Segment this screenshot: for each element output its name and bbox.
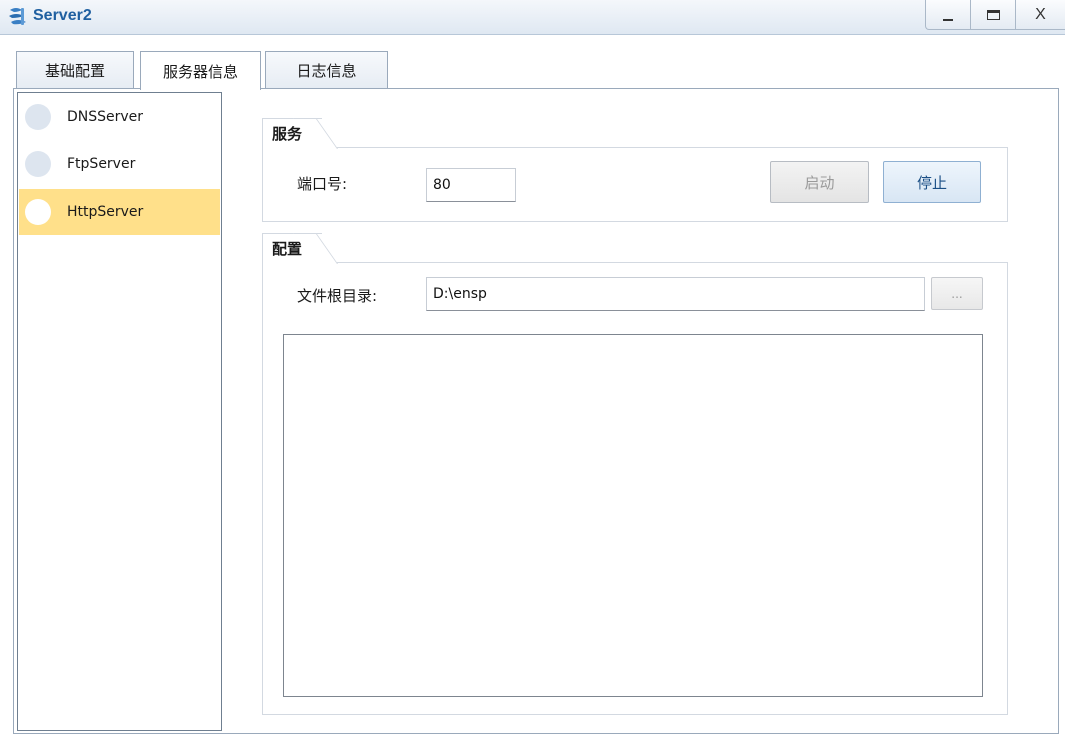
tab-server-info[interactable]: 服务器信息	[140, 51, 261, 90]
server-item-dns[interactable]: DNSServer	[19, 94, 220, 140]
title-bar: Server2 X	[0, 0, 1065, 35]
root-dir-input[interactable]	[426, 277, 925, 311]
status-dot-icon	[25, 199, 51, 225]
tab-log-info[interactable]: 日志信息	[265, 51, 388, 89]
minimize-icon	[943, 18, 953, 21]
server-item-ftp[interactable]: FtpServer	[19, 141, 220, 187]
status-dot-icon	[25, 104, 51, 130]
browse-button[interactable]: ...	[931, 277, 983, 310]
port-input[interactable]	[426, 168, 516, 202]
server-list: DNSServer FtpServer HttpServer	[17, 92, 222, 731]
tab-basic-config[interactable]: 基础配置	[16, 51, 134, 89]
server-label: HttpServer	[67, 204, 144, 220]
close-icon: X	[1035, 5, 1046, 23]
server-item-http[interactable]: HttpServer	[19, 189, 220, 235]
server-label: DNSServer	[67, 109, 144, 125]
maximize-button[interactable]	[970, 0, 1016, 30]
port-label: 端口号:	[297, 175, 348, 193]
stop-button[interactable]: 停止	[883, 161, 981, 203]
status-dot-icon	[25, 151, 51, 177]
minimize-button[interactable]	[925, 0, 971, 30]
maximize-icon	[986, 9, 1000, 20]
start-button[interactable]: 启动	[770, 161, 869, 203]
config-group-title: 配置	[262, 233, 322, 263]
config-text-area[interactable]	[283, 334, 983, 697]
service-group-title: 服务	[262, 118, 322, 148]
root-dir-label: 文件根目录:	[297, 287, 378, 305]
server-label: FtpServer	[67, 156, 136, 172]
app-icon	[9, 8, 26, 25]
close-button[interactable]: X	[1015, 0, 1065, 30]
window-title: Server2	[33, 7, 92, 24]
